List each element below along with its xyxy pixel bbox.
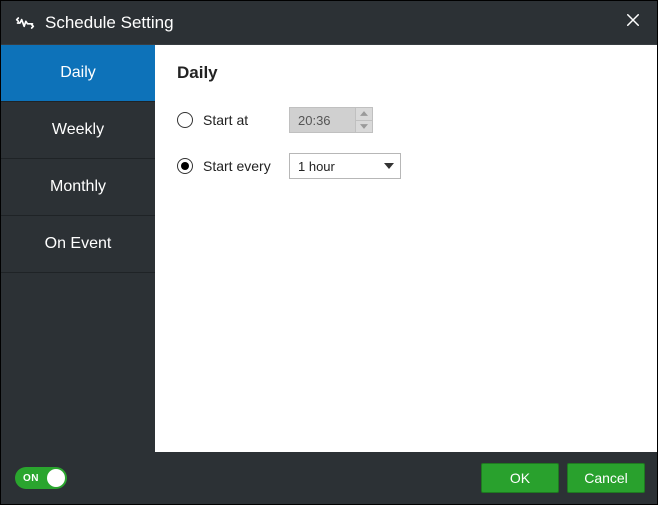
start-every-radio[interactable] [177, 158, 193, 174]
cancel-button[interactable]: Cancel [567, 463, 645, 493]
cancel-button-label: Cancel [584, 470, 628, 486]
sidebar-item-on-event[interactable]: On Event [1, 216, 155, 273]
start-at-row: Start at [177, 107, 635, 133]
sidebar-item-label: Weekly [52, 121, 104, 139]
ok-button-label: OK [510, 470, 530, 486]
start-every-select[interactable]: 1 hour [289, 153, 401, 179]
start-at-time-input [289, 107, 373, 133]
content-heading: Daily [177, 63, 635, 83]
time-spin-down[interactable] [356, 121, 372, 133]
time-spinner [355, 107, 373, 133]
toggle-on-label: ON [23, 473, 39, 484]
chevron-down-icon [360, 124, 368, 129]
start-every-value: 1 hour [298, 159, 335, 174]
sidebar-item-weekly[interactable]: Weekly [1, 102, 155, 159]
close-icon [624, 11, 642, 34]
sidebar-item-label: Monthly [50, 178, 106, 196]
sidebar-item-daily[interactable]: Daily [1, 45, 155, 102]
dialog-body: Daily Weekly Monthly On Event Daily Star… [1, 45, 657, 452]
close-button[interactable] [619, 9, 647, 37]
start-at-label: Start at [203, 112, 279, 128]
content-panel: Daily Start at [155, 45, 657, 452]
app-icon [15, 13, 35, 33]
start-every-row: Start every 1 hour [177, 153, 635, 179]
sidebar: Daily Weekly Monthly On Event [1, 45, 155, 452]
sidebar-item-label: Daily [60, 64, 96, 82]
dialog-title: Schedule Setting [45, 13, 619, 33]
footer: ON OK Cancel [1, 452, 657, 504]
titlebar: Schedule Setting [1, 1, 657, 45]
chevron-down-icon [384, 163, 394, 169]
start-every-label: Start every [203, 158, 279, 174]
schedule-setting-dialog: Schedule Setting Daily Weekly Monthly On… [0, 0, 658, 505]
time-spin-up[interactable] [356, 108, 372, 121]
chevron-up-icon [360, 111, 368, 116]
toggle-knob [47, 469, 65, 487]
ok-button[interactable]: OK [481, 463, 559, 493]
start-at-radio[interactable] [177, 112, 193, 128]
start-at-time-field[interactable] [289, 107, 355, 133]
enable-toggle[interactable]: ON [15, 467, 67, 489]
sidebar-item-label: On Event [45, 235, 112, 253]
sidebar-item-monthly[interactable]: Monthly [1, 159, 155, 216]
